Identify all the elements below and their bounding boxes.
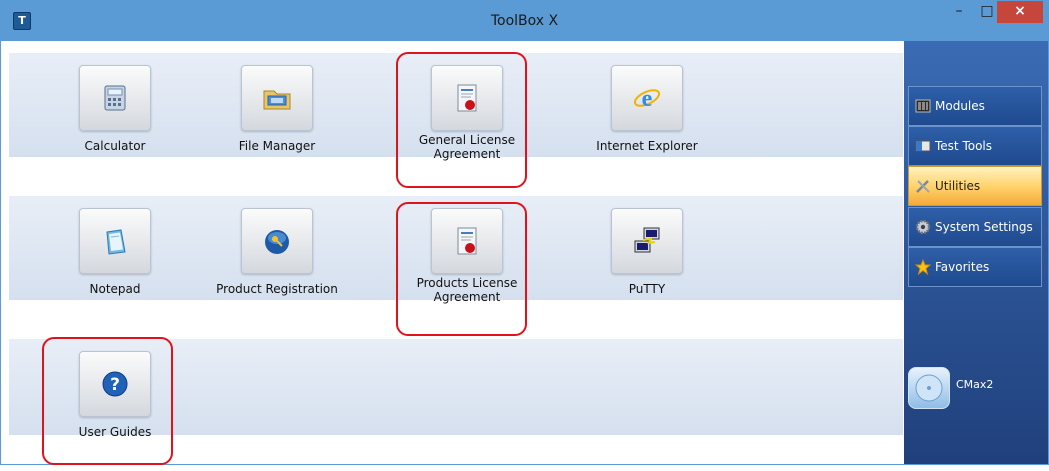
module-label: CMax2 — [956, 378, 994, 391]
svg-text:e: e — [642, 86, 653, 112]
notepad-button[interactable] — [79, 208, 151, 274]
sidebar-item-modules[interactable]: Modules — [908, 86, 1042, 126]
modules-icon — [915, 99, 931, 113]
star-icon — [915, 259, 931, 275]
tile-calculator[interactable]: Calculator — [40, 53, 190, 185]
internet-explorer-button[interactable]: e — [611, 65, 683, 131]
file-manager-button[interactable] — [241, 65, 313, 131]
putty-button[interactable] — [611, 208, 683, 274]
window-title: ToolBox X — [490, 13, 559, 29]
sidebar-item-label: Utilities — [935, 179, 981, 193]
browser-icon: e — [633, 86, 661, 112]
product-registration-button[interactable] — [241, 208, 313, 274]
sidebar-item-label: System Settings — [935, 220, 1033, 234]
utilities-panel: Calculator File Manager General License … — [9, 41, 903, 465]
close-button[interactable]: × — [997, 1, 1043, 23]
gear-icon — [915, 219, 931, 235]
calculator-icon — [104, 85, 126, 111]
sidebar-item-label: Favorites — [935, 260, 990, 274]
highlight-user-guides — [42, 337, 173, 465]
module-cmax2[interactable]: CMax2 — [908, 363, 1044, 411]
minimize-button[interactable]: – — [945, 1, 973, 23]
tile-label: Product Registration — [216, 282, 338, 296]
tile-internet-explorer[interactable]: e Internet Explorer — [572, 53, 722, 185]
tile-label: Internet Explorer — [596, 139, 698, 153]
tile-file-manager[interactable]: File Manager — [202, 53, 352, 185]
sidebar-item-favorites[interactable]: Favorites — [908, 247, 1042, 287]
title-bar: T ToolBox X – □ × — [1, 1, 1048, 41]
test-tools-icon — [915, 140, 931, 152]
sidebar-item-system-settings[interactable]: System Settings — [908, 207, 1042, 247]
sidebar: Modules Test Tools Utilities System Sett… — [904, 41, 1048, 464]
folder-icon — [263, 90, 291, 110]
tile-label: PuTTY — [628, 282, 666, 296]
sidebar-item-label: Modules — [935, 99, 985, 113]
tile-label: Notepad — [89, 282, 141, 296]
tile-notepad[interactable]: Notepad — [40, 196, 190, 328]
calculator-button[interactable] — [79, 65, 151, 131]
highlight-general-license — [396, 52, 527, 188]
notepad-icon — [106, 229, 126, 255]
registration-key-icon — [265, 230, 289, 254]
tile-label: Calculator — [84, 139, 146, 153]
highlight-products-license — [396, 202, 527, 336]
utilities-icon — [916, 180, 930, 193]
toolbox-window: T ToolBox X – □ × Calculator File Manage… — [0, 0, 1049, 465]
putty-terminal-icon — [634, 227, 660, 253]
tile-label: File Manager — [238, 139, 316, 153]
sidebar-item-test-tools[interactable]: Test Tools — [908, 126, 1042, 166]
tile-putty[interactable]: PuTTY — [572, 196, 722, 328]
tile-product-registration[interactable]: Product Registration — [202, 196, 352, 328]
sidebar-item-label: Test Tools — [935, 139, 993, 153]
sidebar-item-utilities[interactable]: Utilities — [908, 166, 1042, 206]
module-disc-icon — [908, 367, 950, 409]
